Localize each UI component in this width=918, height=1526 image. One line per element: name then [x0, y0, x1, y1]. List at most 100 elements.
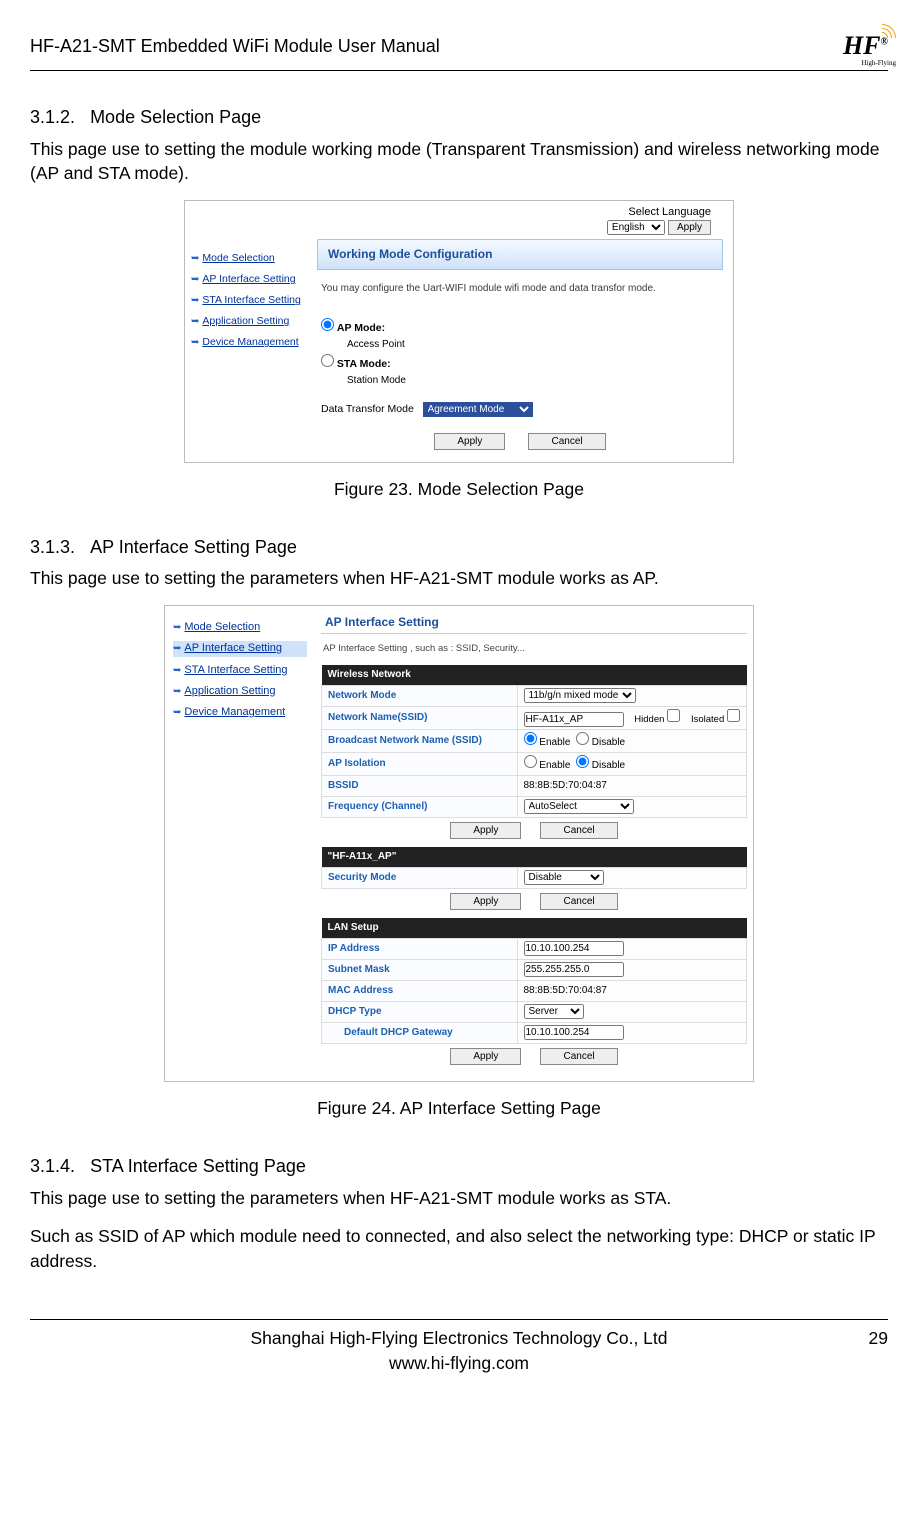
arrow-icon: ➥ [191, 336, 199, 350]
sidebar-nav: ➥Mode Selection ➥AP Interface Setting ➥S… [185, 237, 307, 461]
page-header: HF-A21-SMT Embedded WiFi Module User Man… [30, 0, 888, 71]
figure-23-caption: Figure 23. Mode Selection Page [30, 477, 888, 502]
data-transfer-select[interactable]: Agreement Mode [423, 402, 533, 417]
security-table: "HF-A11x_AP" Security Mode Disable [321, 847, 747, 889]
arrow-icon: ➥ [191, 273, 199, 287]
gateway-label: Default DHCP Gateway [322, 1022, 518, 1043]
doc-title: HF-A21-SMT Embedded WiFi Module User Man… [30, 34, 440, 59]
pane-title: Working Mode Configuration [317, 239, 723, 270]
sidebar-item-sta-interface[interactable]: ➥STA Interface Setting [173, 663, 307, 678]
broadcast-label: Broadcast Network Name (SSID) [322, 729, 518, 752]
arrow-icon: ➥ [173, 664, 181, 678]
network-mode-label: Network Mode [322, 685, 518, 706]
mode-radio-group: AP Mode: Access Point STA Mode: Station … [317, 314, 723, 397]
broadcast-disable-radio[interactable] [576, 732, 589, 745]
button-row: Apply Cancel [321, 818, 747, 847]
cancel-button[interactable]: Cancel [528, 433, 605, 450]
data-transfer-label: Data Transfor Mode [321, 403, 414, 415]
section-314-desc-1: This page use to setting the parameters … [30, 1186, 888, 1211]
sidebar-item-device-mgmt[interactable]: ➥Device Management [191, 335, 301, 350]
hidden-checkbox[interactable] [667, 709, 680, 722]
bssid-label: BSSID [322, 775, 518, 796]
apply-button[interactable]: Apply [434, 433, 505, 450]
frequency-select[interactable]: AutoSelect [524, 799, 634, 814]
apply-button[interactable]: Apply [450, 822, 521, 839]
arrow-icon: ➥ [191, 294, 199, 308]
security-header: "HF-A11x_AP" [322, 847, 747, 868]
footer-url: www.hi-flying.com [30, 1351, 888, 1376]
isolated-checkbox[interactable] [727, 709, 740, 722]
lan-header: LAN Setup [322, 918, 747, 939]
figure-24-screenshot: ➥Mode Selection ➥AP Interface Setting ➥S… [164, 605, 754, 1082]
apply-button[interactable]: Apply [450, 893, 521, 910]
sidebar-item-device-mgmt[interactable]: ➥Device Management [173, 705, 307, 720]
section-312-desc: This page use to setting the module work… [30, 137, 888, 186]
isolated-label: Isolated [691, 714, 724, 725]
section-313-heading: 3.1.3. AP Interface Setting Page [30, 535, 888, 560]
dhcp-select[interactable]: Server [524, 1004, 584, 1019]
cancel-button[interactable]: Cancel [540, 893, 617, 910]
apply-button[interactable]: Apply [450, 1048, 521, 1065]
logo-text: HF [843, 31, 881, 60]
section-313-desc: This page use to setting the parameters … [30, 566, 888, 591]
main-pane: Working Mode Configuration You may confi… [307, 237, 733, 461]
ip-input[interactable] [524, 941, 624, 956]
logo-sub: High-Flying [861, 59, 896, 69]
language-apply-button[interactable]: Apply [668, 220, 711, 235]
sidebar-item-ap-interface[interactable]: ➥AP Interface Setting [173, 641, 307, 656]
figure-24-caption: Figure 24. AP Interface Setting Page [30, 1096, 888, 1121]
ssid-input[interactable] [524, 712, 624, 727]
button-row: Apply Cancel [317, 431, 723, 452]
button-row: Apply Cancel [321, 1044, 747, 1073]
section-314-heading: 3.1.4. STA Interface Setting Page [30, 1154, 888, 1179]
mask-label: Subnet Mask [322, 959, 518, 980]
sidebar-item-ap-interface[interactable]: ➥AP Interface Setting [191, 272, 301, 287]
wireless-network-table: Wireless Network Network Mode 11b/g/n mi… [321, 665, 747, 818]
frequency-label: Frequency (Channel) [322, 796, 518, 817]
button-row: Apply Cancel [321, 889, 747, 918]
sidebar-nav: ➥Mode Selection ➥AP Interface Setting ➥S… [165, 606, 315, 1081]
cancel-button[interactable]: Cancel [540, 822, 617, 839]
figure-23-screenshot: Select Language English Apply ➥Mode Sele… [184, 200, 734, 463]
pane-subtitle: You may configure the Uart-WIFI module w… [317, 270, 723, 314]
broadcast-enable-radio[interactable] [524, 732, 537, 745]
footer-company: Shanghai High-Flying Electronics Technol… [30, 1326, 888, 1351]
ap-mode-radio[interactable]: AP Mode: [321, 318, 719, 336]
security-mode-label: Security Mode [322, 867, 518, 888]
hidden-label: Hidden [634, 714, 664, 725]
apiso-disable-radio[interactable] [576, 755, 589, 768]
mask-input[interactable] [524, 962, 624, 977]
wifi-arc-icon [882, 22, 898, 38]
ap-isolation-label: AP Isolation [322, 752, 518, 775]
security-mode-select[interactable]: Disable [524, 870, 604, 885]
gateway-input[interactable] [524, 1025, 624, 1040]
language-row: Select Language English Apply [185, 201, 733, 238]
arrow-icon: ➥ [173, 706, 181, 720]
sta-mode-desc: Station Mode [347, 374, 719, 388]
apiso-enable-radio[interactable] [524, 755, 537, 768]
sidebar-item-application[interactable]: ➥Application Setting [173, 684, 307, 699]
arrow-icon: ➥ [191, 315, 199, 329]
arrow-icon: ➥ [173, 642, 181, 656]
sta-mode-radio[interactable]: STA Mode: [321, 354, 719, 372]
language-select[interactable]: English [607, 220, 665, 235]
data-transfer-row: Data Transfor Mode Agreement Mode [317, 398, 723, 431]
sidebar-item-mode-selection[interactable]: ➥Mode Selection [191, 251, 301, 266]
bssid-value: 88:8B:5D:70:04:87 [517, 775, 747, 796]
ip-label: IP Address [322, 938, 518, 959]
hf-logo: HF® High-Flying [843, 28, 888, 64]
sidebar-item-application[interactable]: ➥Application Setting [191, 314, 301, 329]
pane-subtitle: AP Interface Setting , such as : SSID, S… [321, 634, 747, 665]
cancel-button[interactable]: Cancel [540, 1048, 617, 1065]
lan-setup-table: LAN Setup IP Address Subnet Mask MAC Add… [321, 918, 747, 1044]
arrow-icon: ➥ [173, 685, 181, 699]
section-312-heading: 3.1.2. Mode Selection Page [30, 105, 888, 130]
main-pane: AP Interface Setting AP Interface Settin… [315, 606, 753, 1081]
pane-title: AP Interface Setting [321, 608, 747, 634]
sidebar-item-sta-interface[interactable]: ➥STA Interface Setting [191, 293, 301, 308]
arrow-icon: ➥ [191, 252, 199, 266]
mac-label: MAC Address [322, 980, 518, 1001]
network-mode-select[interactable]: 11b/g/n mixed mode [524, 688, 636, 703]
mac-value: 88:8B:5D:70:04:87 [517, 980, 747, 1001]
sidebar-item-mode-selection[interactable]: ➥Mode Selection [173, 620, 307, 635]
